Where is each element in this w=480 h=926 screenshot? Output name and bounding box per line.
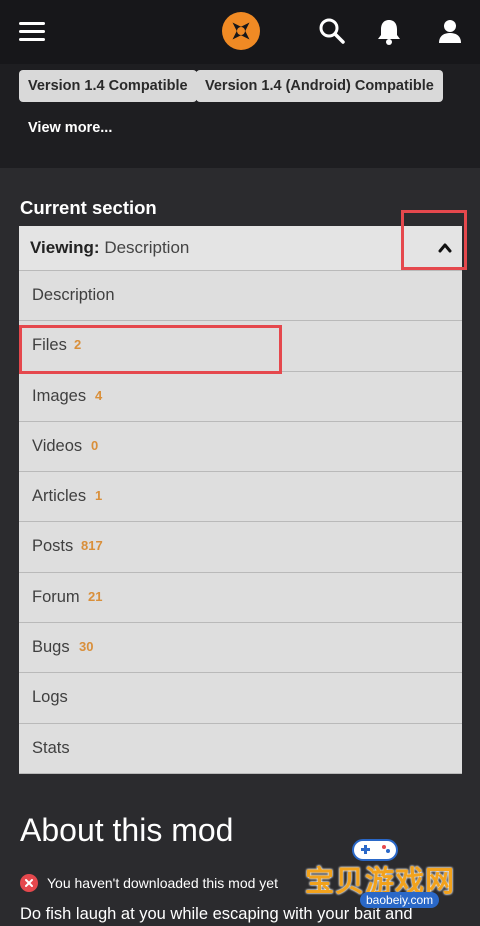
bell-icon[interactable] — [374, 16, 404, 46]
section-item-articles[interactable]: Articles 1 — [19, 472, 462, 523]
hamburger-menu-icon[interactable] — [19, 22, 45, 42]
watermark: 宝贝游戏网 baobeiy.com — [305, 830, 480, 926]
section-item-forum[interactable]: Forum 21 — [19, 572, 462, 624]
viewing-label: Viewing: Description — [30, 238, 190, 257]
section-item-images[interactable]: Images 4 — [19, 371, 462, 422]
bugs-count: 30 — [79, 639, 94, 655]
view-more-link[interactable]: View more... — [28, 120, 112, 136]
tag-version-compatible[interactable]: Version 1.4 Compatible — [19, 70, 197, 102]
search-icon[interactable] — [317, 16, 347, 46]
section-item-logs[interactable]: Logs — [19, 673, 462, 724]
forum-count: 21 — [88, 588, 103, 604]
section-item-description[interactable]: Description — [19, 271, 462, 322]
section-dropdown: Viewing: Description Description Files 2… — [19, 226, 462, 774]
videos-count: 0 — [91, 437, 99, 453]
highlight-box-chevron — [401, 210, 467, 270]
section-dropdown-header[interactable]: Viewing: Description — [19, 226, 462, 271]
nexus-logo[interactable] — [220, 10, 262, 52]
posts-count: 817 — [81, 538, 103, 554]
articles-count: 1 — [95, 488, 103, 504]
section-item-videos[interactable]: Videos 0 — [19, 421, 462, 473]
section-item-stats[interactable]: Stats — [19, 723, 462, 774]
error-circle-icon — [20, 874, 38, 892]
watermark-url: baobeiy.com — [360, 892, 440, 908]
tags-area: Version 1.4 Compatible Version 1.4 (Andr… — [0, 64, 480, 168]
section-item-bugs[interactable]: Bugs 30 — [19, 623, 462, 674]
notice-text: You haven't downloaded this mod yet — [47, 875, 278, 891]
section-item-posts[interactable]: Posts 817 — [19, 522, 462, 573]
user-icon[interactable] — [435, 16, 465, 46]
images-count: 4 — [95, 387, 103, 403]
current-section-heading: Current section — [20, 197, 157, 218]
top-navigation-bar — [0, 0, 480, 64]
about-title: About this mod — [20, 812, 234, 848]
tag-android-compatible[interactable]: Version 1.4 (Android) Compatible — [196, 70, 443, 102]
highlight-box-files — [19, 325, 282, 374]
